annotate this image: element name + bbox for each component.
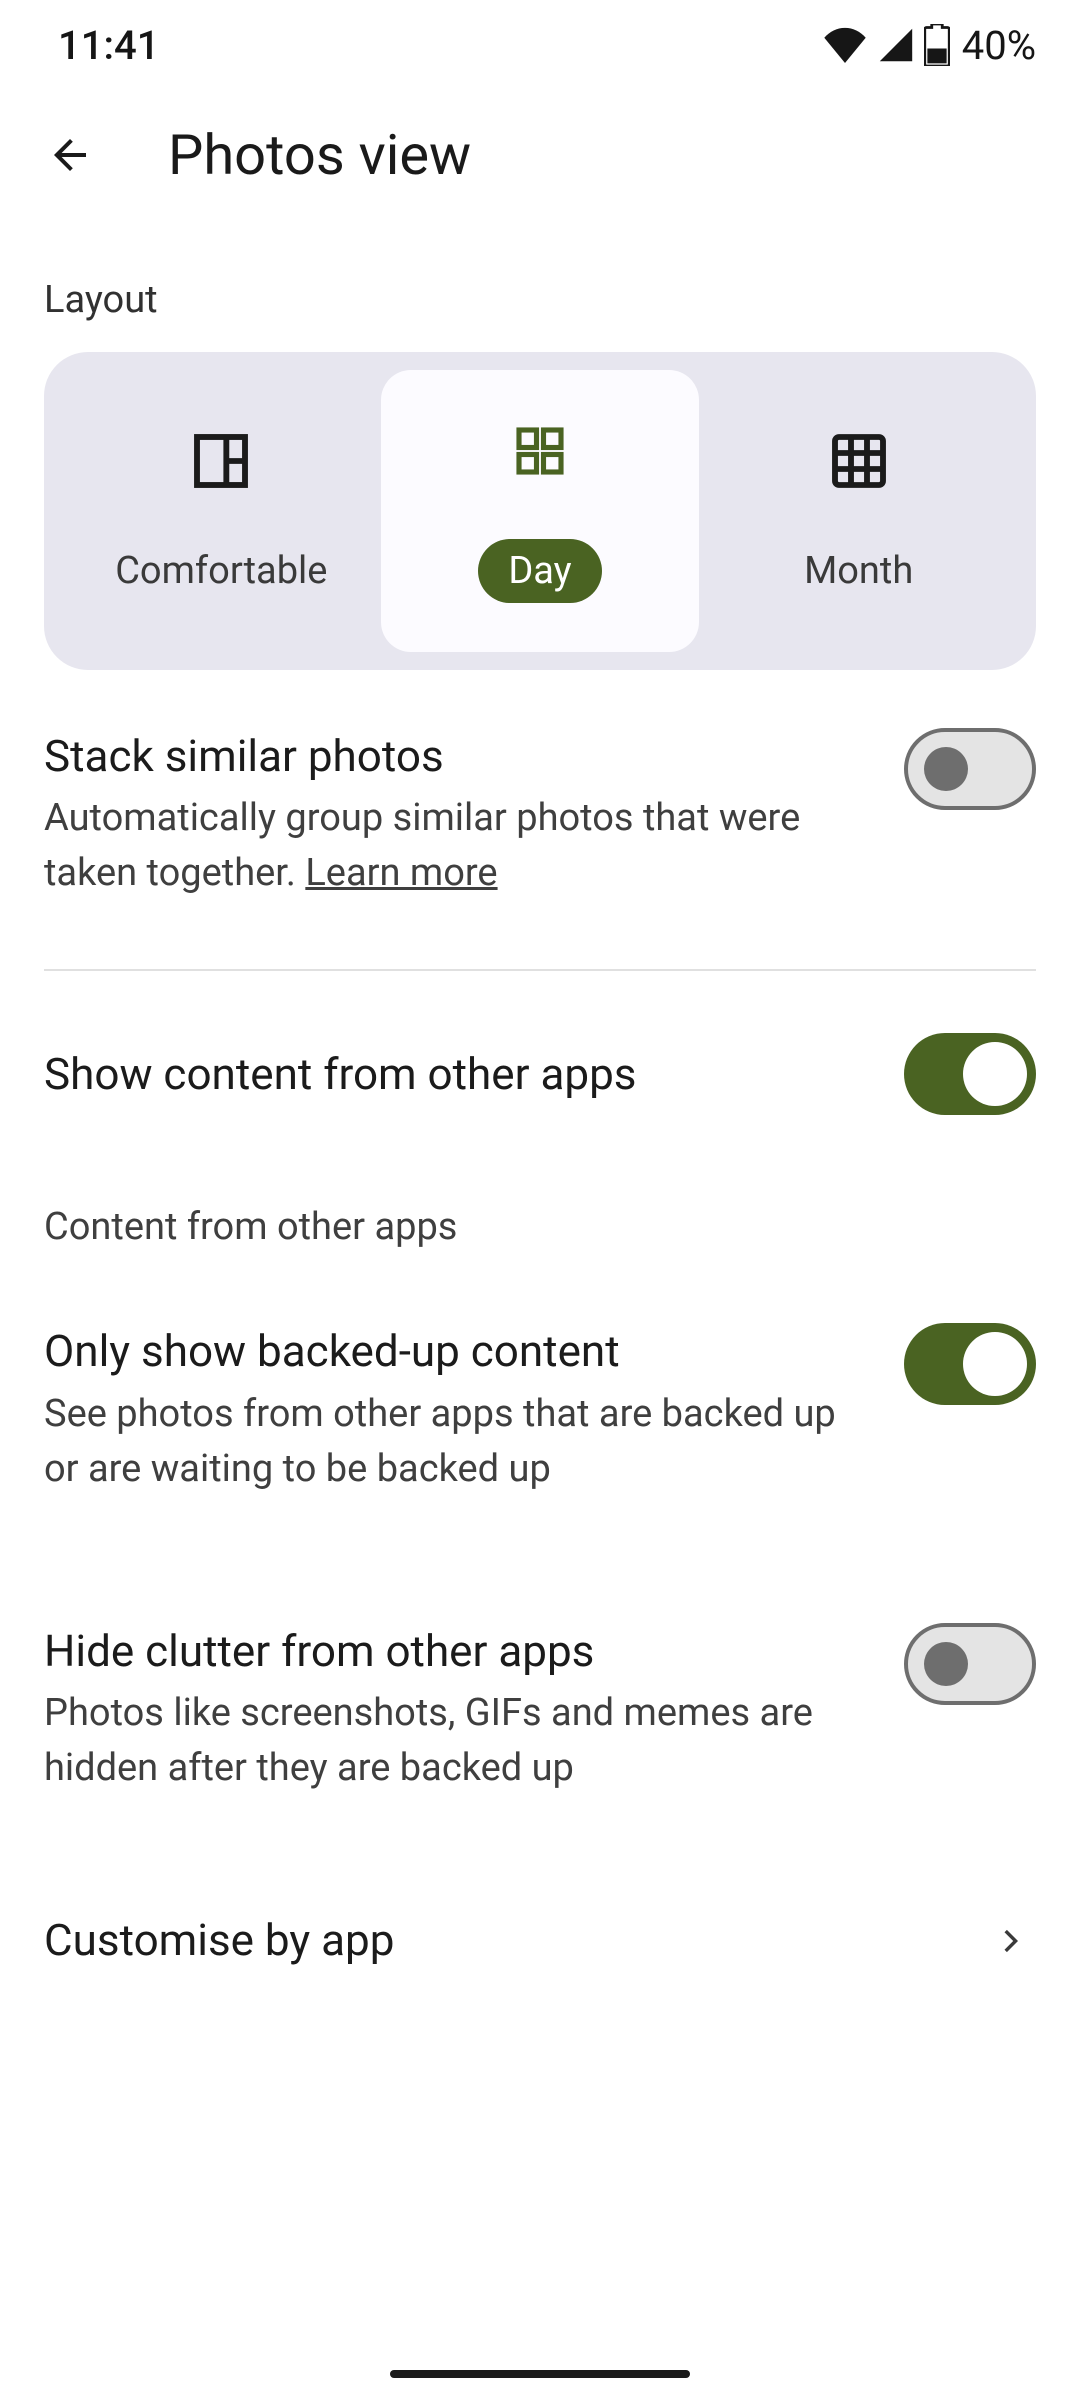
status-bar: 11:41 40% [0,0,1080,90]
setting-subtitle: Automatically group similar photos that … [44,791,864,901]
layout-option-comfortable[interactable]: Comfortable [62,370,381,652]
layout-option-label: Month [804,549,913,593]
home-indicator[interactable] [390,2370,690,2378]
toggle-hide-clutter[interactable] [904,1623,1036,1705]
layout-option-label: Comfortable [115,549,327,593]
app-bar: Photos view [0,90,1080,220]
page-title: Photos view [168,122,471,188]
layout-option-label: Day [478,539,601,603]
layout-selector: Comfortable Day [44,352,1036,670]
toggle-show-other-apps[interactable] [904,1033,1036,1115]
comfortable-layout-icon [189,429,253,493]
wifi-icon [822,27,868,63]
toggle-stack-similar[interactable] [904,728,1036,810]
toggle-only-backed-up[interactable] [904,1323,1036,1405]
setting-only-backed-up[interactable]: Only show backed-up content See photos f… [44,1265,1036,1564]
battery-icon [924,24,950,66]
layout-section-label: Layout [44,220,1036,352]
layout-option-day[interactable]: Day [381,370,700,652]
back-button[interactable] [30,115,110,195]
setting-title: Hide clutter from other apps [44,1623,864,1680]
chevron-right-icon [988,1917,1036,1965]
layout-option-month[interactable]: Month [699,370,1018,652]
setting-title: Show content from other apps [44,1046,864,1103]
setting-stack-similar[interactable]: Stack similar photos Automatically group… [44,670,1036,969]
setting-title: Stack similar photos [44,728,864,785]
content-other-apps-label: Content from other apps [44,1183,1036,1265]
month-layout-icon [827,429,891,493]
status-battery-text: 40% [962,22,1036,69]
status-right: 40% [822,22,1036,69]
arrow-left-icon [46,131,94,179]
setting-hide-clutter[interactable]: Hide clutter from other apps Photos like… [44,1565,1036,1864]
setting-title: Only show backed-up content [44,1323,864,1380]
setting-subtitle: See photos from other apps that are back… [44,1387,864,1497]
customise-by-app[interactable]: Customise by app [44,1864,1036,2017]
day-layout-icon [512,423,568,479]
cellular-icon [876,27,916,63]
setting-show-other-apps[interactable]: Show content from other apps [44,971,1036,1183]
setting-title: Customise by app [44,1912,948,1969]
learn-more-link[interactable]: Learn more [305,851,497,895]
setting-subtitle: Photos like screenshots, GIFs and memes … [44,1686,864,1796]
status-time: 11:41 [58,22,159,69]
